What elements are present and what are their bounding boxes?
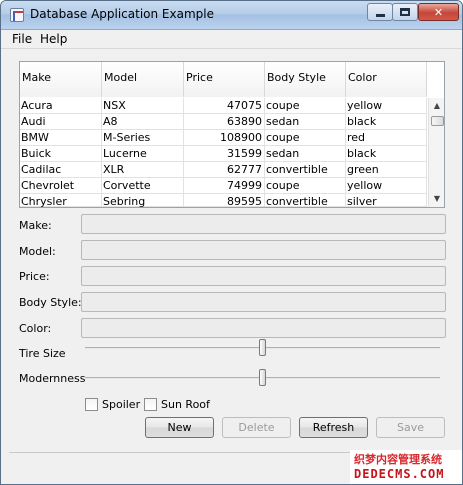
cell-make: Acura [20, 98, 102, 114]
cell-color: yellow [346, 178, 427, 194]
cell-make: Chevrolet [20, 178, 102, 194]
cell-color: yellow [346, 98, 427, 114]
sun-roof-checkbox[interactable]: Sun Roof [144, 397, 210, 411]
scroll-up-icon[interactable]: ▲ [429, 99, 444, 113]
body-style-label: Body Style: [19, 296, 82, 309]
color-label: Color: [19, 322, 52, 335]
model-label: Model: [19, 245, 56, 258]
cell-color: green [346, 162, 427, 178]
watermark-line-2: DEDECMS.COM [354, 467, 445, 481]
body-style-field[interactable] [81, 292, 446, 312]
cell-price: 89595 [184, 194, 265, 207]
table-row[interactable]: Buick Lucerne 31599 sedan black [20, 146, 427, 162]
color-field[interactable] [81, 318, 446, 338]
close-button[interactable]: ✕ [418, 3, 459, 21]
cell-body-style: coupe [265, 178, 346, 194]
table-row[interactable]: Acura NSX 47075 coupe yellow [20, 98, 427, 114]
column-header-color[interactable]: Color [346, 62, 427, 97]
column-header-body-style[interactable]: Body Style [265, 62, 346, 97]
cell-body-style: coupe [265, 130, 346, 146]
modernness-slider-thumb[interactable] [259, 369, 266, 386]
cell-model: XLR [102, 162, 184, 178]
modernness-label: Modernness [19, 372, 86, 385]
scroll-down-icon[interactable]: ▼ [429, 192, 444, 206]
maximize-icon [400, 8, 410, 16]
cell-make: Chrysler [20, 194, 102, 207]
cell-make: Audi [20, 114, 102, 130]
tire-size-slider[interactable] [85, 339, 440, 356]
cell-price: 108900 [184, 130, 265, 146]
new-button[interactable]: New [145, 417, 214, 438]
app-icon [10, 8, 24, 22]
column-header-price[interactable]: Price [184, 62, 265, 97]
tire-size-slider-thumb[interactable] [259, 339, 266, 356]
cell-price: 63890 [184, 114, 265, 130]
table-row[interactable]: Audi A8 63890 sedan black [20, 114, 427, 130]
make-field[interactable] [81, 214, 446, 234]
cell-color: silver [346, 194, 427, 207]
save-button[interactable]: Save [376, 417, 445, 438]
table-row[interactable]: Cadilac XLR 62777 convertible green [20, 162, 427, 178]
title-bar[interactable]: Database Application Example ✕ [1, 1, 462, 30]
sun-roof-label: Sun Roof [161, 397, 210, 411]
column-header-model[interactable]: Model [102, 62, 184, 97]
close-icon: ✕ [433, 5, 444, 19]
menu-help[interactable]: Help [40, 32, 67, 46]
menu-bar: File Help [1, 30, 462, 49]
refresh-button[interactable]: Refresh [299, 417, 368, 438]
cell-color: black [346, 146, 427, 162]
cars-table[interactable]: Make Model Price Body Style Color Acura … [19, 61, 445, 208]
table-vertical-scrollbar[interactable]: ▲ ▼ [428, 98, 444, 207]
spoiler-checkbox[interactable]: Spoiler [85, 397, 140, 411]
minimize-button[interactable] [367, 3, 393, 21]
cell-price: 74999 [184, 178, 265, 194]
menu-file[interactable]: File [12, 32, 32, 46]
column-header-make[interactable]: Make [20, 62, 102, 97]
price-field[interactable] [81, 266, 446, 286]
modernness-slider[interactable] [85, 369, 440, 386]
cell-body-style: convertible [265, 194, 346, 207]
table-header: Make Model Price Body Style Color [20, 62, 427, 97]
cell-body-style: convertible [265, 162, 346, 178]
cell-price: 62777 [184, 162, 265, 178]
tire-size-label: Tire Size [19, 347, 66, 360]
model-field[interactable] [81, 240, 446, 260]
cell-body-style: coupe [265, 98, 346, 114]
cell-price: 31599 [184, 146, 265, 162]
cell-model: Sebring [102, 194, 184, 207]
cell-body-style: sedan [265, 146, 346, 162]
cell-color: black [346, 114, 427, 130]
table-row[interactable]: Chevrolet Corvette 74999 coupe yellow [20, 178, 427, 194]
cell-body-style: sedan [265, 114, 346, 130]
spoiler-label: Spoiler [102, 397, 141, 411]
delete-button[interactable]: Delete [222, 417, 291, 438]
sun-roof-checkbox-box[interactable] [144, 397, 157, 411]
cell-model: Lucerne [102, 146, 184, 162]
watermark: 织梦内容管理系统 DEDECMS.COM [350, 450, 462, 484]
cell-price: 47075 [184, 98, 265, 114]
scrollbar-thumb[interactable] [431, 116, 444, 126]
cell-model: Corvette [102, 178, 184, 194]
cell-color: red [346, 130, 427, 146]
make-label: Make: [19, 219, 52, 232]
maximize-button[interactable] [392, 3, 418, 21]
app-window: Database Application Example ✕ File Help… [0, 0, 463, 485]
watermark-line-1: 织梦内容管理系统 [354, 453, 442, 466]
price-label: Price: [19, 270, 50, 283]
cell-model: A8 [102, 114, 184, 130]
table-row[interactable]: Chrysler Sebring 89595 convertible silve… [20, 194, 427, 207]
window-title: Database Application Example [30, 7, 214, 21]
cell-make: BMW [20, 130, 102, 146]
minimize-icon [375, 13, 385, 17]
table-row[interactable]: BMW M-Series 108900 coupe red [20, 130, 427, 146]
cell-make: Buick [20, 146, 102, 162]
cell-make: Cadilac [20, 162, 102, 178]
cell-model: NSX [102, 98, 184, 114]
cell-model: M-Series [102, 130, 184, 146]
spoiler-checkbox-box[interactable] [85, 397, 98, 411]
